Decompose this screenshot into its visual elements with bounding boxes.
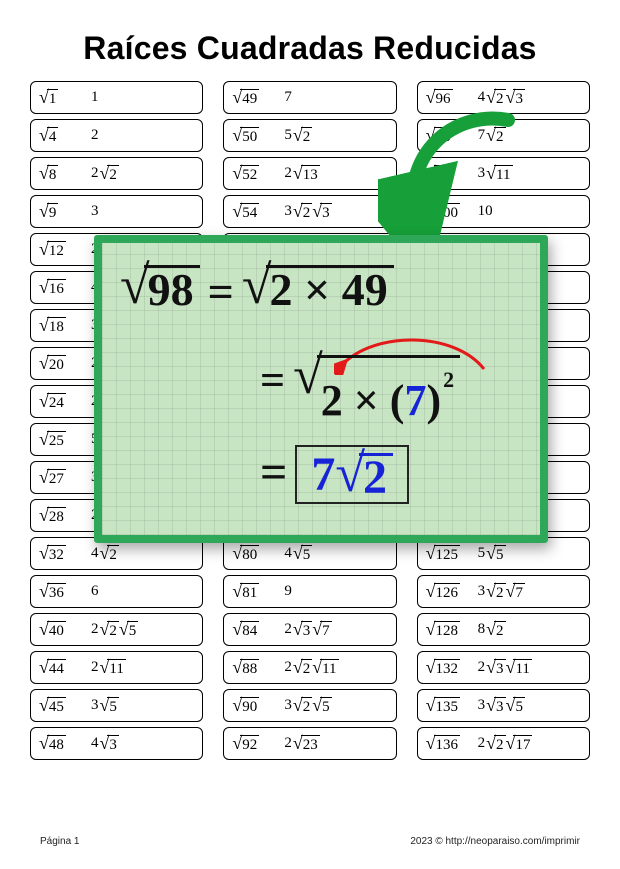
table-row: √1322√3√11 <box>417 651 590 684</box>
page-title: Raíces Cuadradas Reducidas <box>0 0 620 81</box>
table-row: √442√11 <box>30 651 203 684</box>
table-row: √1362√2√17 <box>417 727 590 760</box>
board-line-2: = √ 2 × (7)2 <box>252 355 460 423</box>
table-row: √11 <box>30 81 203 114</box>
table-row: √819 <box>223 575 396 608</box>
page-footer: Página 1 2023 © http://neoparaiso.com/im… <box>40 836 580 847</box>
table-row: √505√2 <box>223 119 396 152</box>
table-row: √42 <box>30 119 203 152</box>
table-row: √1353√3√5 <box>417 689 590 722</box>
table-row: √993√11 <box>417 157 590 190</box>
table-row: √922√23 <box>223 727 396 760</box>
board-line-1: √98 = √2 × 49 <box>120 265 394 318</box>
table-row: √10010 <box>417 195 590 228</box>
table-row: √964√2√3 <box>417 81 590 114</box>
table-row: √1288√2 <box>417 613 590 646</box>
table-row: √484√3 <box>30 727 203 760</box>
table-row: √82√2 <box>30 157 203 190</box>
table-row: √93 <box>30 195 203 228</box>
table-row: √882√2√11 <box>223 651 396 684</box>
explanation-board: √98 = √2 × 49 = √ 2 × (7)2 = 7 √2 <box>94 235 548 543</box>
table-row: √453√5 <box>30 689 203 722</box>
table-row: √1263√2√7 <box>417 575 590 608</box>
table-row: √903√2√5 <box>223 689 396 722</box>
board-line-3: = 7 √2 <box>252 445 409 504</box>
footer-page-number: Página 1 <box>40 836 79 847</box>
table-row: √402√2√5 <box>30 613 203 646</box>
table-row: √842√3√7 <box>223 613 396 646</box>
table-row: √543√2√3 <box>223 195 396 228</box>
table-row: √522√13 <box>223 157 396 190</box>
table-row: √497 <box>223 81 396 114</box>
table-row: √987√2 <box>417 119 590 152</box>
table-row: √366 <box>30 575 203 608</box>
footer-copyright: 2023 © http://neoparaiso.com/imprimir <box>410 836 580 847</box>
worksheet-page: Raíces Cuadradas Reducidas √11 √42 √82√2 √9… <box>0 0 620 869</box>
